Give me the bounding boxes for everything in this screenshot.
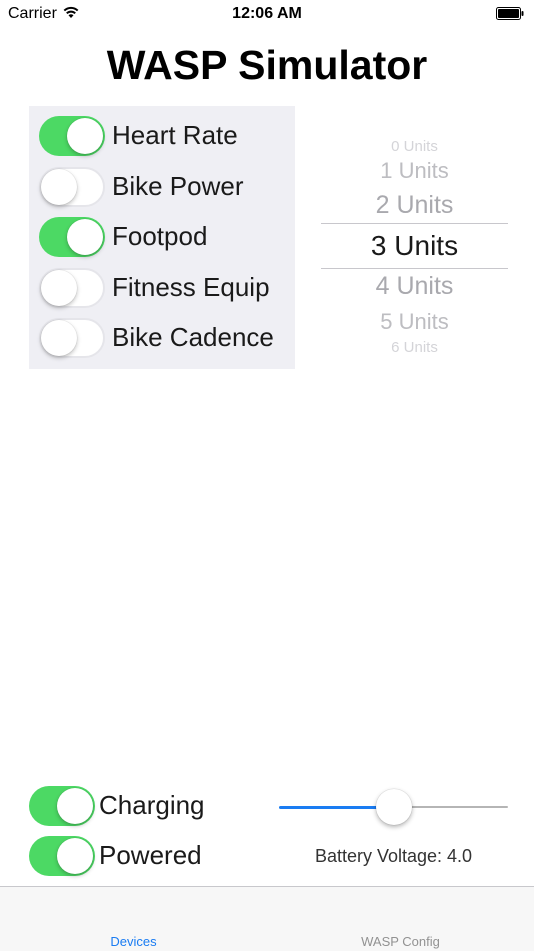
switch-knob bbox=[57, 788, 93, 824]
picker-option[interactable]: 5 Units bbox=[321, 309, 508, 335]
powered-label: Powered bbox=[99, 840, 202, 870]
status-bar: Carrier 12:06 AM bbox=[0, 0, 534, 30]
picker-option[interactable]: 4 Units bbox=[321, 272, 508, 301]
page-title: WASP Simulator bbox=[106, 42, 428, 88]
switch-knob bbox=[41, 270, 77, 306]
tab-devices[interactable]: Devices bbox=[0, 887, 267, 951]
picker-selection-line-bottom bbox=[321, 268, 508, 269]
picker-option[interactable]: 6 Units bbox=[321, 339, 508, 353]
picker-selection-line-top bbox=[321, 223, 508, 224]
switch-knob bbox=[67, 219, 103, 255]
charging-label: Charging bbox=[99, 790, 205, 820]
tab-wasp-config[interactable]: WASP Config bbox=[267, 887, 534, 951]
footpod-switch[interactable] bbox=[39, 217, 105, 257]
tab-bar: Devices WASP Config bbox=[0, 886, 534, 951]
picker-option[interactable]: 0 Units bbox=[321, 138, 508, 154]
battery-voltage-slider[interactable] bbox=[279, 788, 508, 828]
picker-selected-option[interactable]: 3 Units bbox=[321, 230, 508, 262]
footpod-label: Footpod bbox=[112, 221, 208, 251]
bike-power-label: Bike Power bbox=[112, 171, 244, 201]
heart-rate-switch[interactable] bbox=[39, 116, 105, 156]
status-time: 12:06 AM bbox=[232, 5, 302, 22]
charging-switch[interactable] bbox=[29, 786, 95, 826]
bike-cadence-label: Bike Cadence bbox=[112, 322, 274, 352]
picker-option[interactable]: 1 Units bbox=[321, 158, 508, 184]
bike-power-switch[interactable] bbox=[39, 167, 105, 207]
switch-knob bbox=[57, 838, 93, 874]
picker-option[interactable]: 2 Units bbox=[321, 191, 508, 220]
tab-wasp-config-label: WASP Config bbox=[361, 934, 440, 949]
switch-knob bbox=[67, 118, 103, 154]
units-picker[interactable]: 0 Units 1 Units 2 Units 3 Units 4 Units … bbox=[321, 138, 508, 360]
heart-rate-label: Heart Rate bbox=[112, 120, 238, 150]
slider-thumb[interactable] bbox=[375, 789, 412, 825]
switch-knob bbox=[41, 169, 77, 205]
device-toggle-panel: Heart Rate Bike Power Footpod Fitness Eq… bbox=[29, 106, 295, 369]
fitness-equip-label: Fitness Equip bbox=[112, 272, 270, 302]
powered-switch[interactable] bbox=[29, 836, 95, 876]
battery-icon bbox=[496, 7, 524, 20]
tab-devices-label: Devices bbox=[110, 934, 157, 949]
switch-knob bbox=[41, 320, 77, 356]
fitness-equip-switch[interactable] bbox=[39, 268, 105, 308]
bike-cadence-switch[interactable] bbox=[39, 318, 105, 358]
battery-voltage-label: Battery Voltage: 4.0 bbox=[314, 846, 473, 866]
